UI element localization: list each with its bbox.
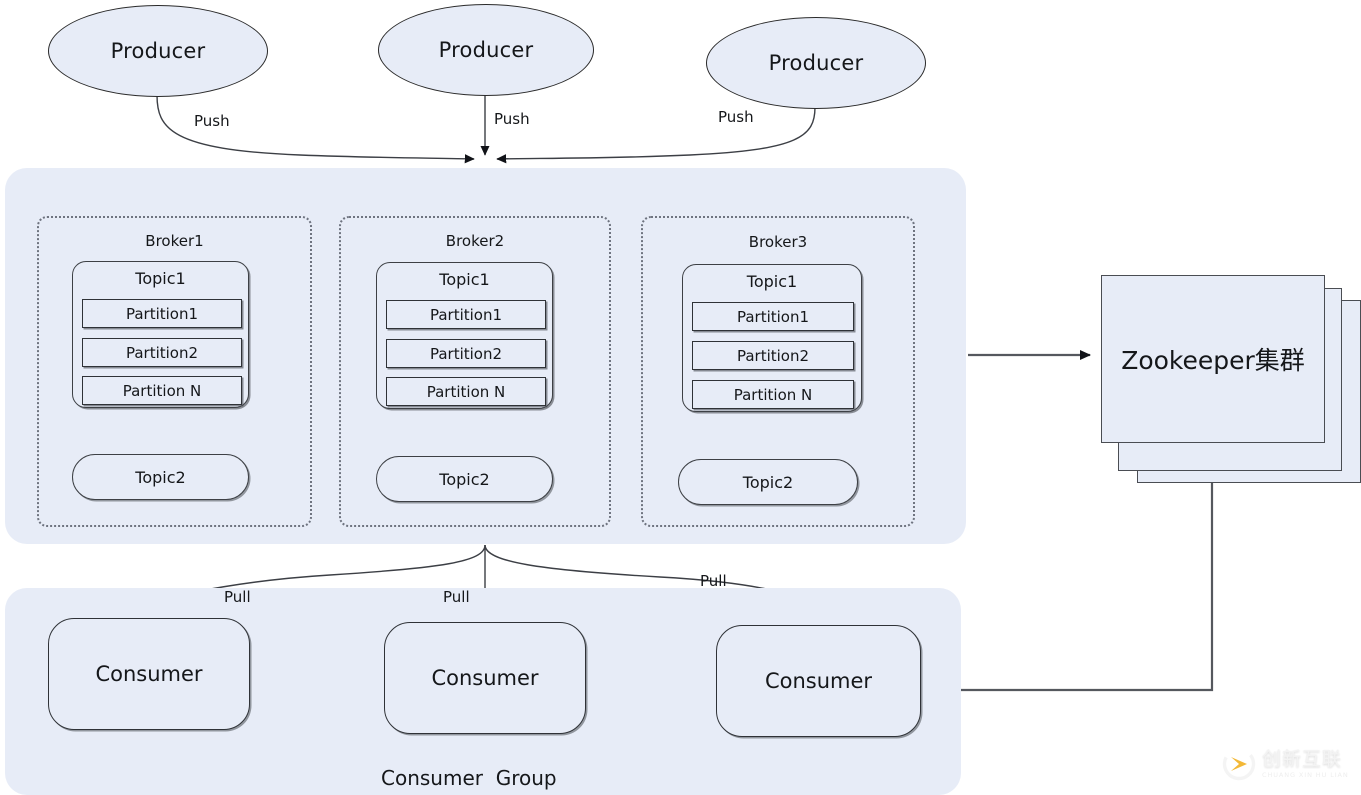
- zookeeper-label: Zookeeper集群: [1121, 346, 1305, 375]
- producer-label: Producer: [768, 51, 864, 75]
- consumer-node-3[interactable]: Consumer: [716, 625, 921, 737]
- topic1-label: Topic1: [439, 270, 490, 289]
- producer-label: Producer: [110, 39, 206, 63]
- broker-frame-2[interactable]: Broker2 Topic1 Partition1 Partition2 Par…: [339, 216, 611, 527]
- pull-label-3: Pull: [700, 572, 727, 590]
- edge-push-3: [496, 106, 816, 164]
- producer-label: Producer: [438, 38, 534, 62]
- partition-box[interactable]: Partition2: [386, 339, 546, 368]
- partition-box[interactable]: Partition N: [82, 376, 242, 405]
- producer-node-1[interactable]: Producer: [48, 5, 268, 97]
- topic1-label: Topic1: [746, 272, 798, 291]
- push-label-3: Push: [718, 108, 754, 126]
- watermark-text: 创新互联 CHUANG XIN HU LIAN: [1262, 747, 1349, 779]
- pull-label-2: Pull: [443, 588, 470, 606]
- partition-box[interactable]: Partition1: [386, 300, 546, 329]
- watermark: 创新互联 CHUANG XIN HU LIAN: [1222, 740, 1354, 788]
- consumer-label: Consumer: [95, 662, 203, 686]
- partition-box[interactable]: Partition2: [82, 338, 242, 367]
- partition-box[interactable]: Partition1: [82, 299, 242, 328]
- producer-node-2[interactable]: Producer: [378, 4, 594, 96]
- push-label-1: Push: [194, 112, 230, 130]
- topic2-container[interactable]: Topic2: [72, 454, 249, 500]
- consumer-label: Consumer: [431, 666, 539, 690]
- partition-box[interactable]: Partition N: [692, 380, 854, 409]
- broker-frame-3[interactable]: Broker3 Topic1 Partition1 Partition2 Par…: [641, 216, 915, 527]
- topic1-container[interactable]: Topic1 Partition1 Partition2 Partition N: [72, 261, 249, 408]
- topic1-container[interactable]: Topic1 Partition1 Partition2 Partition N: [682, 264, 862, 412]
- watermark-pinyin: CHUANG XIN HU LIAN: [1262, 770, 1349, 779]
- watermark-chinese: 创新互联: [1262, 747, 1343, 770]
- partition-box[interactable]: Partition N: [386, 377, 546, 406]
- consumer-label: Consumer: [764, 669, 873, 693]
- partition-box[interactable]: Partition2: [692, 341, 854, 370]
- broker-label: Broker3: [748, 233, 808, 251]
- pull-label-1: Pull: [224, 588, 251, 606]
- broker-label: Broker1: [145, 232, 204, 250]
- consumer-node-1[interactable]: Consumer: [48, 618, 250, 730]
- topic2-container[interactable]: Topic2: [678, 459, 858, 505]
- topic1-container[interactable]: Topic1 Partition1 Partition2 Partition N: [376, 262, 553, 409]
- push-label-2: Push: [494, 110, 530, 128]
- zookeeper-cluster[interactable]: Zookeeper集群: [1101, 275, 1325, 443]
- topic2-container[interactable]: Topic2: [376, 456, 553, 502]
- producer-node-3[interactable]: Producer: [706, 17, 926, 109]
- consumer-group-label: Consumer Group: [381, 766, 557, 790]
- circle-logo-icon: [1222, 747, 1256, 781]
- broker-frame-1[interactable]: Broker1 Topic1 Partition1 Partition2 Par…: [37, 216, 312, 527]
- consumer-node-2[interactable]: Consumer: [384, 622, 586, 734]
- topic1-label: Topic1: [135, 269, 186, 288]
- partition-box[interactable]: Partition1: [692, 302, 854, 331]
- broker-label: Broker2: [445, 232, 505, 250]
- diagram-canvas: Producer Producer Producer Push Push Pus…: [0, 0, 1361, 795]
